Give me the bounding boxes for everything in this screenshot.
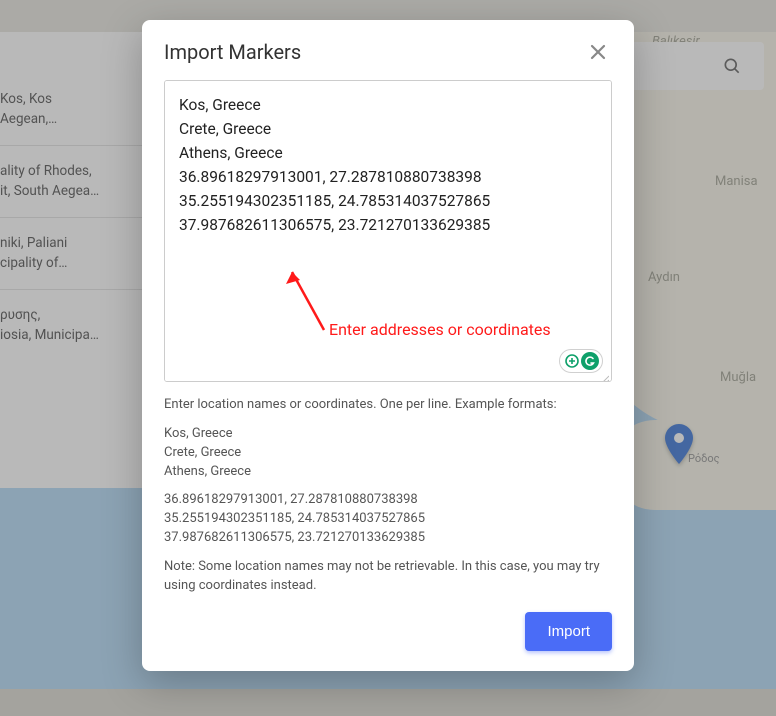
import-button[interactable]: Import bbox=[525, 612, 612, 651]
close-icon bbox=[589, 43, 607, 61]
help-examples-names: Kos, Greece Crete, Greece Athens, Greece bbox=[164, 425, 612, 482]
modal-title: Import Markers bbox=[164, 40, 301, 64]
grammarly-logo-icon bbox=[581, 352, 599, 370]
import-markers-modal: Import Markers Enter location names or c… bbox=[142, 20, 634, 671]
grammarly-widget[interactable] bbox=[559, 349, 603, 373]
grammarly-add-icon bbox=[563, 352, 581, 370]
help-text: Enter location names or coordinates. One… bbox=[164, 396, 612, 596]
textarea-wrapper bbox=[164, 80, 612, 382]
help-intro: Enter location names or coordinates. One… bbox=[164, 396, 612, 415]
help-note: Note: Some location names may not be ret… bbox=[164, 558, 612, 596]
locations-textarea[interactable] bbox=[165, 81, 611, 381]
help-examples-coords: 36.89618297913001, 27.287810880738398 35… bbox=[164, 491, 612, 548]
close-button[interactable] bbox=[584, 38, 612, 66]
